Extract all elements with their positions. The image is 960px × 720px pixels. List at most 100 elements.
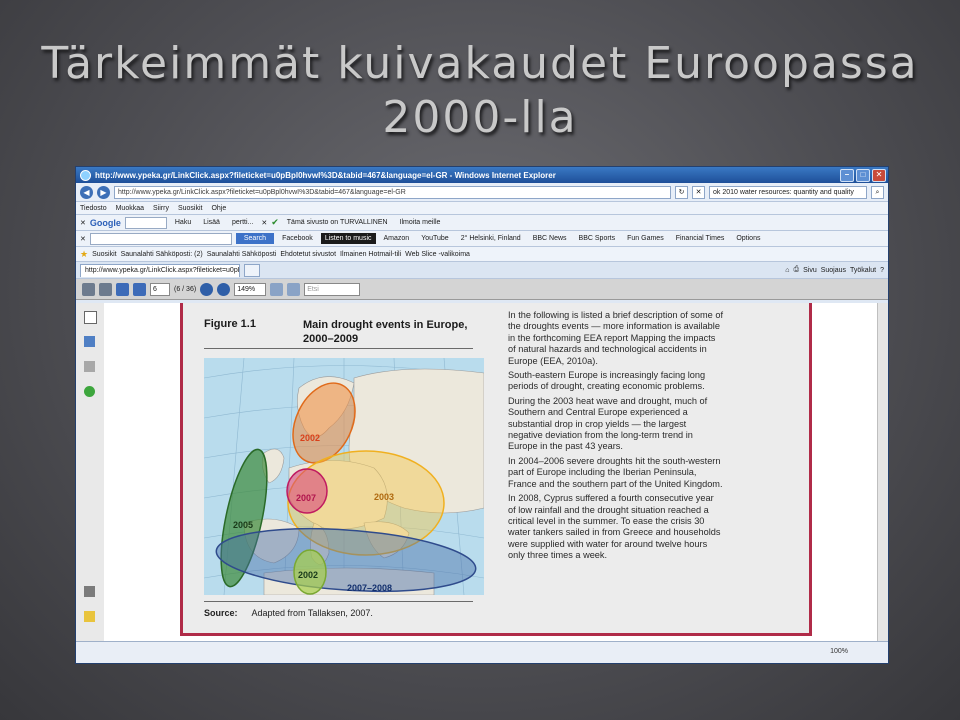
menu-go[interactable]: Siirry xyxy=(153,205,169,212)
label-2002-north: 2002 xyxy=(300,433,320,443)
paragraph-5: In 2008, Cyprus suffered a fourth consec… xyxy=(508,493,721,561)
vertical-scrollbar[interactable] xyxy=(877,303,888,641)
drought-2007 xyxy=(286,468,328,514)
figure-rule-top xyxy=(204,348,473,349)
menu-help[interactable]: Ohje xyxy=(211,205,226,212)
status-bar: 100% xyxy=(76,641,888,663)
save-pdf-icon[interactable] xyxy=(99,282,112,296)
browser-search-input[interactable]: ok 2010 water resources: quantity and qu… xyxy=(709,185,867,199)
financial-times-link[interactable]: Financial Times xyxy=(672,232,729,245)
close-toolbar-icon[interactable]: ✕ xyxy=(80,219,86,227)
bbc-news-link[interactable]: BBC News xyxy=(529,232,571,245)
amazon-link[interactable]: Amazon xyxy=(380,232,414,245)
bbc-sports-link[interactable]: BBC Sports xyxy=(575,232,620,245)
label-2007-2008: 2007–2008 xyxy=(347,583,392,593)
address-row: ◀ ▶ http://www.ypeka.gr/LinkClick.aspx?f… xyxy=(76,183,888,202)
pdf-sidebar xyxy=(76,303,105,641)
slide-title-line1: Tärkeimmät kuivakaudet Euroopassa xyxy=(41,38,919,89)
figure-source: Source: Adapted from Tallaksen, 2007. xyxy=(204,608,373,618)
menu-edit[interactable]: Muokkaa xyxy=(116,205,144,212)
home-icon[interactable]: ⌂ xyxy=(785,267,789,274)
fav-item-4[interactable]: Ilmainen Hotmail-tili xyxy=(340,251,401,258)
menu-bar: Tiedosto Muokkaa Siirry Suosikit Ohje xyxy=(76,202,888,215)
fav-item-1[interactable]: Saunalahti Sähköposti: (2) xyxy=(121,251,203,258)
paragraph-4: In 2004–2006 severe droughts hit the sou… xyxy=(508,455,723,489)
comments-icon[interactable] xyxy=(84,611,95,622)
browser-window: http://www.ypeka.gr/LinkClick.aspx?filet… xyxy=(75,166,889,664)
close-toolbar-icon-3[interactable]: ✕ xyxy=(80,235,86,243)
pdf-toolbar: 6 (6 / 36) 149% Etsi xyxy=(76,279,888,300)
tab-current[interactable]: http://www.ypeka.gr/LinkClick.aspx?filet… xyxy=(80,263,240,277)
body-text: In the following is listed a brief descr… xyxy=(508,310,723,565)
fit-page-icon[interactable] xyxy=(270,282,284,296)
title-bar: http://www.ypeka.gr/LinkClick.aspx?filet… xyxy=(76,167,888,183)
google-search-input[interactable] xyxy=(124,216,167,229)
search-icon[interactable]: ⌕ xyxy=(871,185,884,199)
label-2002-south: 2002 xyxy=(298,570,318,580)
back-icon[interactable]: ◀ xyxy=(80,185,93,199)
label-2003: 2003 xyxy=(374,492,394,502)
pages-icon[interactable] xyxy=(84,311,97,324)
fav-item-3[interactable]: Ehdotetut sivustot xyxy=(280,251,336,258)
options-button[interactable]: Options xyxy=(732,232,764,245)
zoom-out-icon[interactable] xyxy=(200,282,214,296)
label-2007: 2007 xyxy=(296,493,316,503)
page-menu[interactable]: Sivu xyxy=(803,267,817,274)
security-menu[interactable]: Suojaus xyxy=(821,267,846,274)
find-input[interactable]: Etsi xyxy=(304,282,361,296)
figure-frame: Figure 1.1 Main drought events in Europe… xyxy=(180,303,812,636)
fun-games-link[interactable]: Fun Games xyxy=(623,232,668,245)
status-zoom[interactable]: 100% xyxy=(830,648,848,655)
attachment-icon[interactable] xyxy=(84,586,95,597)
new-tab-button[interactable] xyxy=(244,263,260,277)
prev-page-icon[interactable] xyxy=(116,282,129,296)
lisaa-button[interactable]: Lisää xyxy=(199,216,224,229)
zoom-in-icon[interactable] xyxy=(217,282,231,296)
minimize-button[interactable]: – xyxy=(840,168,854,182)
forward-icon[interactable]: ▶ xyxy=(97,185,110,199)
favorites-bar: ★ Suosikit Saunalahti Sähköposti: (2) Sa… xyxy=(76,247,888,262)
maximize-button[interactable]: □ xyxy=(856,168,870,182)
fav-item-5[interactable]: Web Slice -valikoima xyxy=(405,251,470,258)
ie-icon xyxy=(80,169,91,181)
bookmarks-icon[interactable] xyxy=(84,336,95,347)
next-page-icon[interactable] xyxy=(133,282,146,296)
user-button[interactable]: pertti... xyxy=(228,216,257,229)
listen-music-button[interactable]: Listen to music xyxy=(320,233,376,244)
facebook-link[interactable]: Facebook xyxy=(278,232,317,245)
print-icon[interactable]: ⎙ xyxy=(793,266,799,274)
haku-button[interactable]: Haku xyxy=(171,216,195,229)
report-button[interactable]: Ilmoita meille xyxy=(396,216,445,229)
fav-item-2[interactable]: Saunalahti Sähköposti xyxy=(207,251,277,258)
fit-width-icon[interactable] xyxy=(287,282,301,296)
safe-site-text[interactable]: Tämä sivusto on TURVALLINEN xyxy=(283,216,392,229)
page-number-input[interactable]: 6 xyxy=(150,282,170,296)
youtube-link[interactable]: YouTube xyxy=(417,232,453,245)
help-icon[interactable]: ? xyxy=(880,267,884,274)
help-green-icon[interactable] xyxy=(84,386,95,397)
zoom-select[interactable]: 149% xyxy=(234,282,267,296)
tools-menu[interactable]: Työkalut xyxy=(850,267,876,274)
close-button[interactable]: ✕ xyxy=(872,168,886,182)
label-2005: 2005 xyxy=(233,520,253,530)
menu-file[interactable]: Tiedosto xyxy=(80,205,107,212)
favorites-star-icon[interactable]: ★ xyxy=(80,249,88,260)
signatures-icon[interactable] xyxy=(84,361,95,372)
print-pdf-icon[interactable] xyxy=(82,282,95,296)
favorites-label[interactable]: Suosikit xyxy=(92,251,117,258)
source-text: Adapted from Tallaksen, 2007. xyxy=(251,608,373,618)
europe-drought-map: 2002 2003 2007 2005 2002 2007–2008 xyxy=(204,358,484,595)
figure-title: Main drought events in Europe, 2000–2009 xyxy=(303,319,468,345)
close-toolbar-icon-2[interactable]: ✕ xyxy=(261,219,267,227)
refresh-icon[interactable]: ↻ xyxy=(675,185,688,199)
weather-link[interactable]: 2° Helsinki, Finland xyxy=(457,232,525,245)
address-bar[interactable]: http://www.ypeka.gr/LinkClick.aspx?filet… xyxy=(114,185,671,199)
ask-toolbar: ✕ Search Facebook Listen to music Amazon… xyxy=(76,231,888,247)
menu-favorites[interactable]: Suosikit xyxy=(178,205,203,212)
stop-icon[interactable]: ✕ xyxy=(692,185,705,199)
paragraph-1: In the following is listed a brief descr… xyxy=(508,310,723,366)
google-toolbar: ✕ Google Haku Lisää pertti... ✕ ✔ Tämä s… xyxy=(76,215,888,231)
toolbar-search-button[interactable]: Search xyxy=(235,233,275,244)
pdf-content: Figure 1.1 Main drought events in Europe… xyxy=(76,303,888,641)
toolbar-search-input[interactable] xyxy=(89,232,232,245)
